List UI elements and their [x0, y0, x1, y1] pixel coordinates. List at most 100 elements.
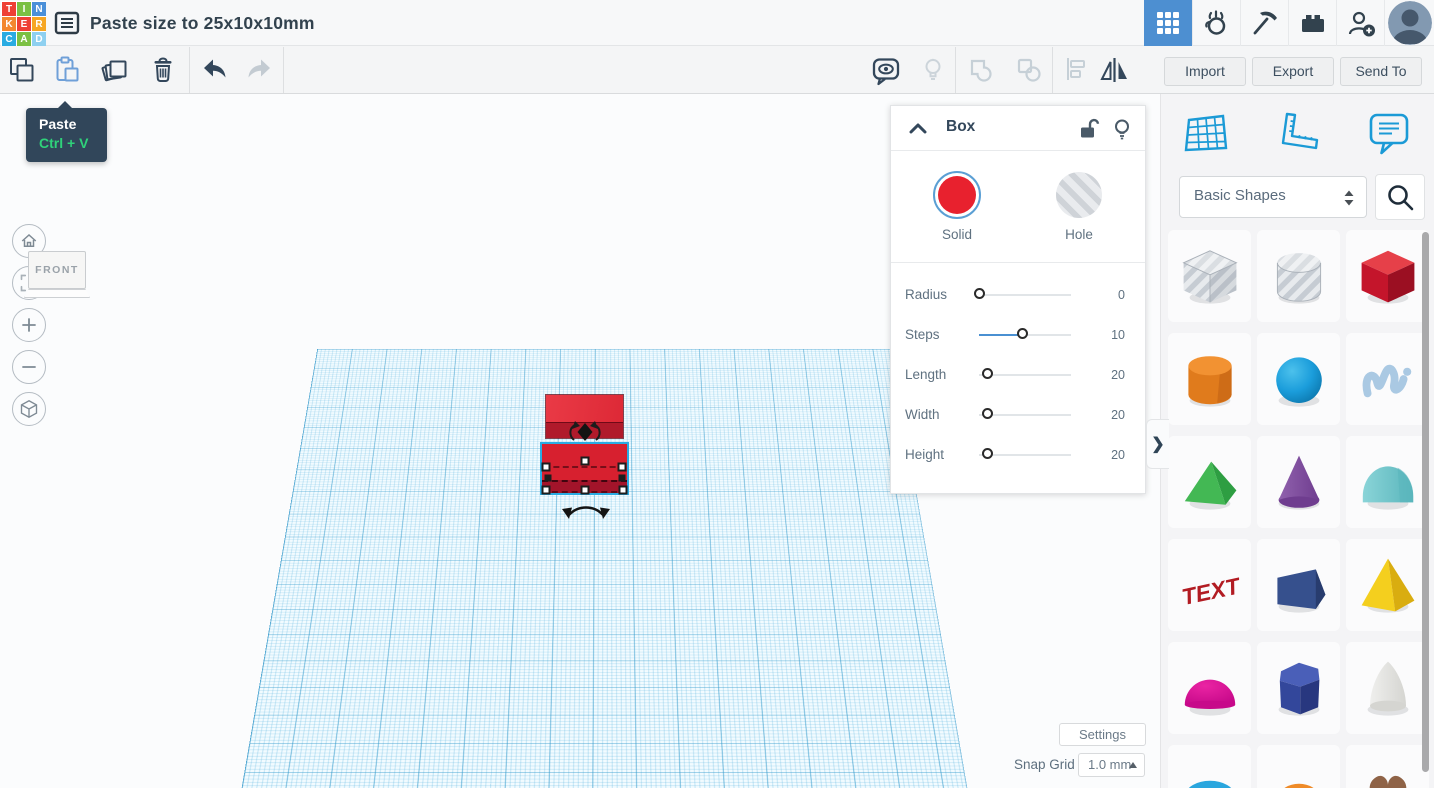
slider-knob[interactable]	[982, 368, 994, 379]
lego-brick-icon[interactable]	[1288, 0, 1336, 46]
tinkercad-logo[interactable]: TIN KER CAD	[1, 1, 46, 46]
slider-knob[interactable]	[973, 288, 985, 299]
copy-icon[interactable]	[7, 55, 37, 85]
send-to-button[interactable]: Send To	[1340, 57, 1422, 86]
shape-card-torus[interactable]	[1168, 745, 1251, 788]
shape-card-heart[interactable]	[1346, 745, 1429, 788]
minecraft-pickaxe-icon[interactable]	[1240, 0, 1288, 46]
shape-category-dropdown[interactable]: Basic Shapes	[1179, 176, 1367, 218]
dropdown-arrows-icon	[1342, 188, 1356, 213]
logo-tile: I	[17, 2, 31, 16]
hole-swatch[interactable]	[1055, 171, 1103, 219]
slider-track[interactable]	[979, 368, 1071, 379]
import-button[interactable]: Import	[1164, 57, 1246, 86]
shape-card-cylinder[interactable]	[1168, 333, 1251, 425]
notes-tool-icon[interactable]	[1363, 108, 1415, 165]
cone-icon	[1278, 455, 1319, 510]
workplane-tool-icon[interactable]	[1179, 108, 1231, 165]
shape-card-wedge[interactable]	[1257, 539, 1340, 631]
slider-track[interactable]	[973, 288, 1071, 299]
zoom-out-button[interactable]	[12, 350, 46, 384]
ruler-tool-icon[interactable]	[1271, 108, 1325, 165]
slider-steps: Steps 10	[891, 315, 1145, 355]
sidebar-collapse-tab[interactable]: ❯	[1146, 419, 1169, 469]
rotate-handle[interactable]	[560, 498, 612, 522]
solid-label: Solid	[941, 227, 973, 242]
delete-trash-icon[interactable]	[148, 55, 178, 85]
tinkercad-app: TINKERCAD Paste size to 25x10x10mm Impor…	[0, 0, 1434, 788]
inspector-header: Box	[891, 106, 1145, 151]
inspector-sliders: Radius 0 Steps 10 Length 20 Width 20 Hei…	[891, 263, 1145, 493]
tinker-icon[interactable]	[1192, 0, 1240, 46]
scale-handle[interactable]	[580, 456, 590, 466]
slider-track[interactable]	[979, 408, 1071, 419]
shape-card-cone[interactable]	[1257, 436, 1340, 528]
slider-knob[interactable]	[982, 408, 994, 419]
shape-card-half-sphere[interactable]	[1168, 642, 1251, 734]
invite-person-add-icon[interactable]	[1336, 0, 1384, 46]
redo-icon[interactable]	[245, 55, 275, 85]
shape-card-cylinder-hole[interactable]	[1257, 230, 1340, 322]
zoom-in-button[interactable]	[12, 308, 46, 342]
shape-card-sphere[interactable]	[1257, 333, 1340, 425]
cylinder-hole-icon	[1276, 253, 1321, 304]
shape-card-scribble[interactable]	[1346, 333, 1429, 425]
mirror-icon[interactable]	[1098, 55, 1128, 85]
light-bulb-icon[interactable]	[918, 55, 948, 85]
shape-card-box[interactable]	[1346, 230, 1429, 322]
hole-label: Hole	[1065, 227, 1093, 242]
undo-icon[interactable]	[199, 55, 229, 85]
unlock-icon[interactable]	[1077, 117, 1101, 146]
toolbar-separator	[189, 47, 190, 93]
shape-card-pyramid[interactable]	[1346, 539, 1429, 631]
view-cube[interactable]: FRONT	[24, 251, 90, 298]
blocks-grid-icon[interactable]	[1144, 0, 1192, 46]
move-z-handle[interactable]	[566, 419, 604, 445]
material-solid[interactable]: Solid	[922, 171, 992, 242]
side-handle[interactable]	[544, 474, 552, 482]
ungroup-icon[interactable]	[1014, 55, 1044, 85]
slider-knob[interactable]	[982, 448, 994, 459]
slider-label: Height	[905, 447, 945, 462]
scale-handle[interactable]	[580, 485, 590, 495]
shape-card-tube[interactable]	[1257, 745, 1340, 788]
shape-box-selected[interactable]	[540, 442, 629, 495]
account-avatar[interactable]	[1384, 0, 1434, 46]
export-button[interactable]: Export	[1252, 57, 1334, 86]
edit-toolbar: Import Export Send To	[0, 46, 1434, 94]
shape-card-paraboloid[interactable]	[1346, 642, 1429, 734]
align-icon[interactable]	[1062, 55, 1092, 85]
slider-track[interactable]	[979, 328, 1071, 339]
paste-icon[interactable]	[52, 55, 82, 85]
shape-card-round-roof[interactable]	[1346, 436, 1429, 528]
avatar-image[interactable]	[1387, 1, 1432, 45]
side-handle[interactable]	[618, 474, 626, 482]
collapse-chevron-icon[interactable]	[907, 120, 929, 141]
scale-handle[interactable]	[541, 462, 551, 472]
scale-handle[interactable]	[541, 485, 551, 495]
shape-card-polygon[interactable]	[1257, 642, 1340, 734]
snap-grid-value: 1.0 mm	[1088, 757, 1132, 772]
shape-card-roof[interactable]	[1168, 436, 1251, 528]
sidebar-scrollbar[interactable]	[1422, 232, 1429, 772]
annotation-visibility-icon[interactable]	[870, 55, 900, 86]
scale-handle[interactable]	[617, 462, 627, 472]
settings-button[interactable]: Settings	[1059, 723, 1146, 746]
duplicate-icon[interactable]	[100, 55, 130, 85]
solid-swatch[interactable]	[933, 171, 981, 219]
scribble-icon	[1362, 364, 1411, 398]
group-icon[interactable]	[966, 55, 996, 85]
material-hole[interactable]: Hole	[1044, 171, 1114, 242]
scale-handle[interactable]	[618, 485, 628, 495]
view-cube-front-face[interactable]: FRONT	[28, 251, 86, 289]
orthographic-view-button[interactable]	[12, 392, 46, 426]
visibility-bulb-icon[interactable]	[1111, 117, 1133, 146]
shape-card-box-hole[interactable]	[1168, 230, 1251, 322]
snap-grid-dropdown[interactable]: 1.0 mm	[1078, 753, 1145, 777]
slider-track[interactable]	[979, 448, 1071, 459]
view-cube-bottom-face[interactable]	[24, 289, 90, 298]
slider-knob[interactable]	[1017, 328, 1029, 339]
design-list-icon[interactable]	[53, 9, 81, 37]
shape-card-text[interactable]: TEXT	[1168, 539, 1251, 631]
search-button[interactable]	[1375, 174, 1425, 220]
